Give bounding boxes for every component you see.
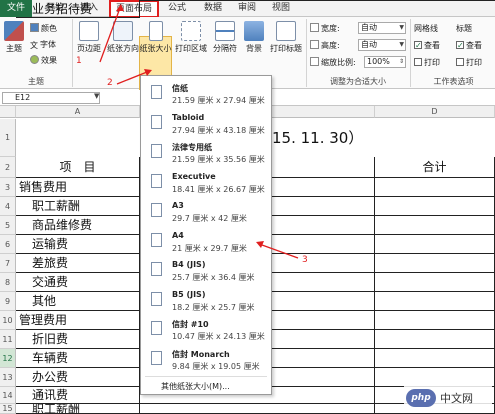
- arrowhead-icon: [116, 4, 124, 11]
- arrowhead-icon: [256, 241, 264, 248]
- watermark: php 中文网: [404, 385, 492, 411]
- annotation-arrow-2: [116, 71, 148, 85]
- watermark-text: 中文网: [440, 392, 473, 405]
- php-logo: php: [406, 389, 436, 407]
- annotation-arrow-1: [99, 7, 121, 63]
- annotation-arrows: [99, 4, 299, 259]
- annotation-arrow-3: [261, 244, 299, 259]
